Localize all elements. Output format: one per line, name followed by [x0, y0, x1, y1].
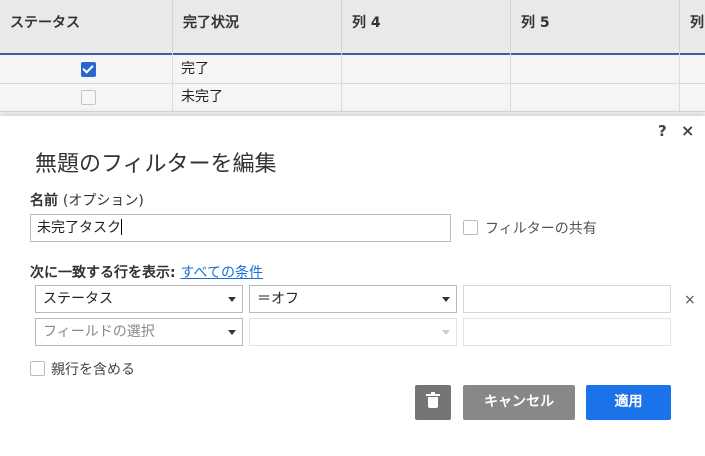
condition-value-input-disabled — [463, 318, 671, 346]
status-checkbox[interactable] — [81, 62, 96, 77]
close-icon[interactable]: × — [681, 121, 694, 140]
status-cell[interactable] — [0, 84, 173, 112]
field-select[interactable]: ステータス — [35, 285, 243, 313]
table-row: 完了 — [0, 56, 705, 84]
dialog-title: 無題のフィルターを編集 — [35, 152, 277, 177]
include-parents-label[interactable]: 親行を含める — [51, 359, 135, 379]
help-icon[interactable]: ? — [658, 122, 667, 140]
col5-cell[interactable] — [511, 84, 680, 112]
operator-select[interactable]: ＝オフ — [249, 285, 457, 313]
apply-button[interactable]: 適用 — [586, 385, 671, 420]
share-filter-checkbox[interactable] — [463, 220, 478, 235]
text-caret — [121, 219, 122, 235]
name-optional-text: (オプション) — [62, 193, 144, 209]
col5-cell[interactable] — [511, 56, 680, 84]
status-cell[interactable] — [0, 56, 173, 84]
share-filter-label[interactable]: フィルターの共有 — [485, 218, 597, 238]
completion-cell[interactable]: 未完了 — [173, 84, 342, 112]
column-header-col6[interactable]: 列 — [680, 0, 705, 55]
delete-filter-button[interactable] — [415, 385, 451, 420]
filter-name-input[interactable]: 未完了タスク — [30, 214, 451, 242]
filter-name-value: 未完了タスク — [37, 220, 121, 236]
col4-cell[interactable] — [342, 56, 511, 84]
column-header-col4[interactable]: 列 4 — [342, 0, 511, 55]
name-label: 名前 (オプション) — [30, 190, 144, 210]
remove-condition-icon[interactable]: × — [684, 292, 696, 308]
operator-select-value: ＝オフ — [257, 291, 299, 307]
edit-filter-dialog: ? × 無題のフィルターを編集 名前 (オプション) 未完了タスク フィルターの… — [0, 116, 705, 456]
include-parents-checkbox[interactable] — [30, 361, 45, 376]
name-label-text: 名前 — [30, 193, 58, 209]
match-label: 次に一致する行を表示: すべての条件 — [30, 262, 263, 282]
trash-icon — [426, 392, 440, 408]
column-header-completion[interactable]: 完了状況 — [173, 0, 342, 55]
completion-cell[interactable]: 完了 — [173, 56, 342, 84]
field-select[interactable]: フィールドの選択 — [35, 318, 243, 346]
field-select-placeholder: フィールドの選択 — [43, 324, 155, 340]
cancel-button[interactable]: キャンセル — [463, 385, 575, 420]
chevron-down-icon — [228, 297, 236, 302]
match-mode-link[interactable]: すべての条件 — [180, 265, 262, 281]
table-row: 未完了 — [0, 84, 705, 112]
condition-value-input[interactable] — [463, 285, 671, 313]
status-checkbox[interactable] — [81, 90, 96, 105]
column-header-status[interactable]: ステータス — [0, 0, 173, 55]
col4-cell[interactable] — [342, 84, 511, 112]
operator-select-disabled — [249, 318, 457, 346]
chevron-down-icon — [442, 297, 450, 302]
chevron-down-icon — [442, 330, 450, 335]
grid-header: ステータス 完了状況 列 4 列 5 列 — [0, 0, 705, 55]
column-header-col5[interactable]: 列 5 — [511, 0, 680, 55]
match-label-text: 次に一致する行を表示: — [30, 265, 176, 281]
sheet-grid: ステータス 完了状況 列 4 列 5 列 完了 未完了 — [0, 0, 705, 118]
chevron-down-icon — [228, 330, 236, 335]
field-select-value: ステータス — [43, 291, 113, 307]
